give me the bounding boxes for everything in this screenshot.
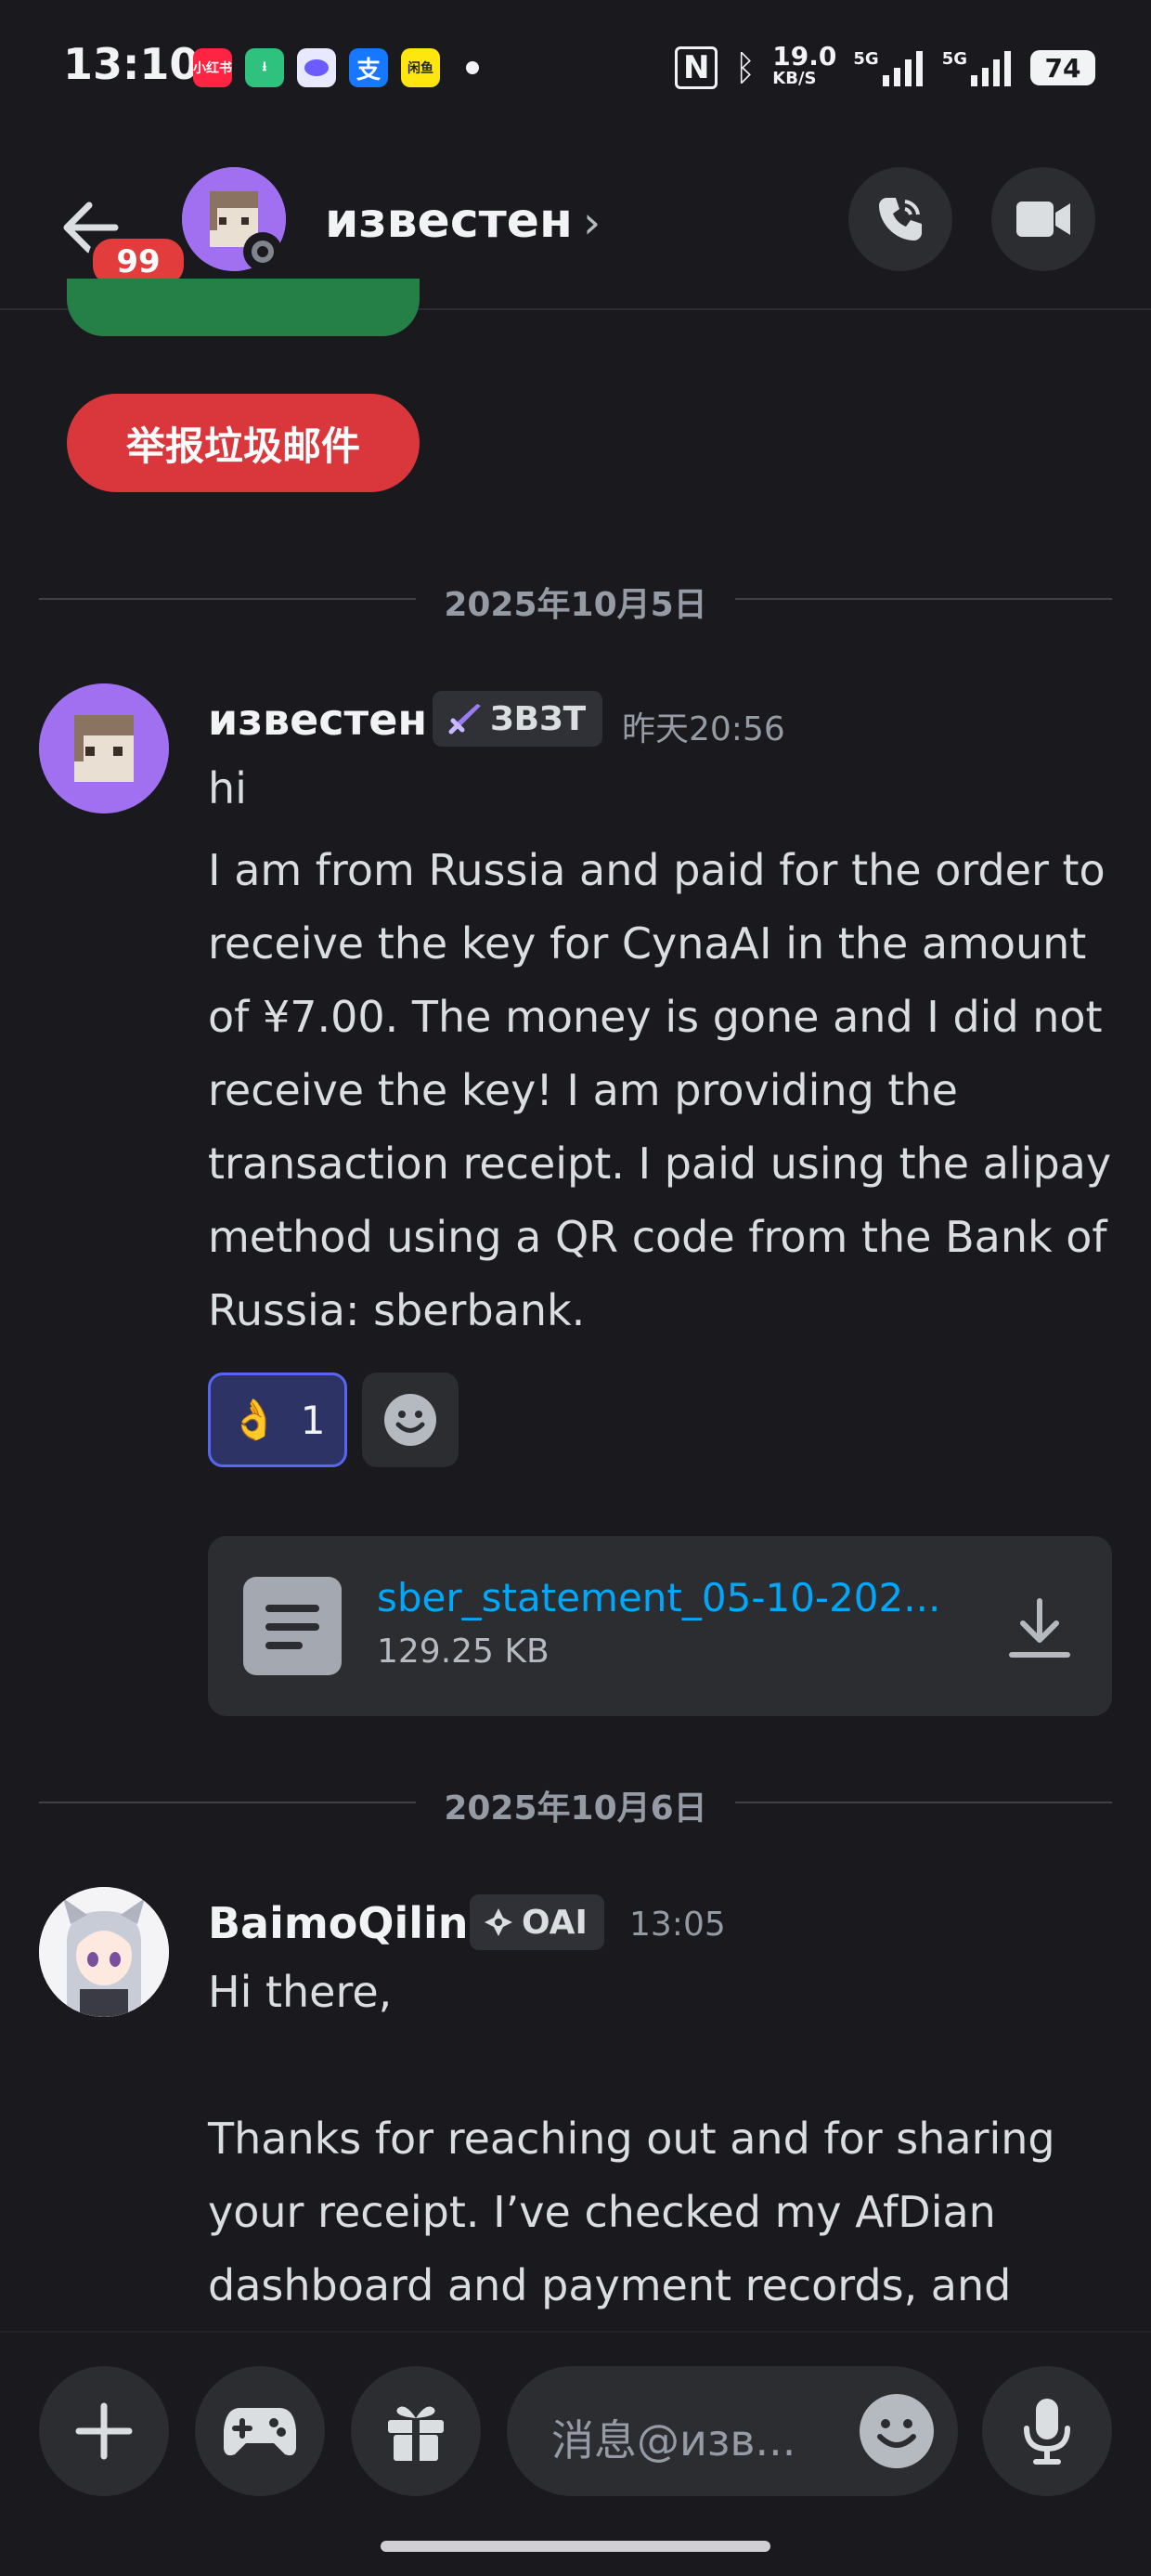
emoji-picker-button[interactable] [860,2394,934,2468]
microphone-icon [1024,2399,1070,2465]
network-speed-unit: KB/S [772,69,817,88]
signal-icon-1: 5G [853,49,925,86]
author-avatar[interactable] [39,1887,169,2017]
message-text-line: hi [208,763,247,813]
gamepad-icon [224,2408,296,2456]
message-input-placeholder: 消息@изв... [551,2415,796,2465]
date-divider-label: 2025年10月6日 [444,1789,707,1828]
reaction-count: 1 [300,1397,326,1443]
message-input[interactable]: 消息@изв... [507,2366,958,2496]
user-tag-label: ЗВЗТ [490,699,587,738]
xianyu-icon: 闲鱼 [401,48,440,87]
sword-icon [448,704,481,735]
document-icon [243,1577,342,1675]
chat-app-icon [297,48,336,87]
user-tag[interactable]: OAI [470,1894,604,1950]
file-attachment[interactable]: sber_statement_05-10-202... 129.25 KB [208,1536,1112,1716]
oai-logo-icon [485,1908,512,1936]
message-text: Thanks for reaching out and for sharing … [208,2114,1055,2310]
report-spam-button[interactable]: 举报垃圾邮件 [67,394,420,492]
activities-button[interactable] [195,2366,325,2496]
emoji-smile-icon [877,2419,916,2448]
message-timestamp: 昨天20:56 [622,710,785,748]
alipay-icon: 支 [349,48,388,87]
download-app-icon: ⭳ [245,48,284,87]
message-composer-bar: 消息@изв... [0,2331,1151,2576]
date-divider: 2025年10月6日 [39,1789,1112,1828]
date-divider-label: 2025年10月5日 [444,586,707,624]
author-name[interactable]: известен [208,695,427,745]
battery-indicator: 74 [1030,50,1095,85]
xiaohongshu-icon: 小红书 [193,48,232,87]
phone-icon [879,198,922,241]
home-indicator[interactable] [381,2541,770,2552]
network-speed-value: 19.0 [772,41,837,72]
author-name[interactable]: BaimoQilin [208,1898,469,1948]
user-tag[interactable]: ЗВЗТ [433,691,603,747]
user-tag-label: OAI [522,1903,588,1942]
more-notifications-dot [466,61,479,74]
gift-icon [388,2406,444,2461]
bluetooth-icon: ᛒ [734,47,757,88]
attachment-size: 129.25 KB [377,1633,550,1671]
download-button[interactable] [1004,1594,1075,1664]
voice-call-button[interactable] [848,167,952,271]
download-icon [1009,1598,1070,1658]
gift-button[interactable] [351,2366,481,2496]
ok-hand-emoji: 👌 [229,1397,278,1442]
signal-label-2: 5G [941,49,967,69]
video-camera-icon [1016,202,1070,237]
message-text-line: Hi there, [208,1967,393,2017]
message-text: I am from Russia and paid for the order … [208,845,1112,1335]
signal-label-1: 5G [853,49,879,69]
offline-status-icon [243,232,282,271]
partial-green-button[interactable] [67,279,420,336]
plus-icon [75,2402,133,2460]
voice-message-button[interactable] [982,2366,1112,2496]
message-timestamp: 13:05 [629,1906,726,1944]
date-divider: 2025年10月5日 [39,586,1112,624]
chevron-right-icon[interactable]: › [583,197,601,249]
emoji-smile-icon [384,1394,436,1446]
nfc-icon: N [675,46,718,89]
signal-icon-2: 5G [942,49,1014,86]
network-speed: 19.0 KB/S [772,41,837,90]
author-avatar[interactable] [39,683,169,813]
status-time: 13:10 [63,39,200,89]
add-reaction-button[interactable] [362,1373,459,1467]
status-right: N ᛒ 19.0 KB/S 5G 5G 74 [675,41,1095,91]
add-attachment-button[interactable] [39,2366,169,2496]
contact-name[interactable]: известен [325,193,573,249]
video-call-button[interactable] [991,167,1095,271]
status-bar: 13:10 小红书 ⭳ 支 闲鱼 N ᛒ 19.0 KB/S 5G 5G 74 [0,0,1151,139]
attachment-filename[interactable]: sber_statement_05-10-202... [377,1575,940,1620]
reaction-ok-hand[interactable]: 👌 1 [208,1373,347,1467]
